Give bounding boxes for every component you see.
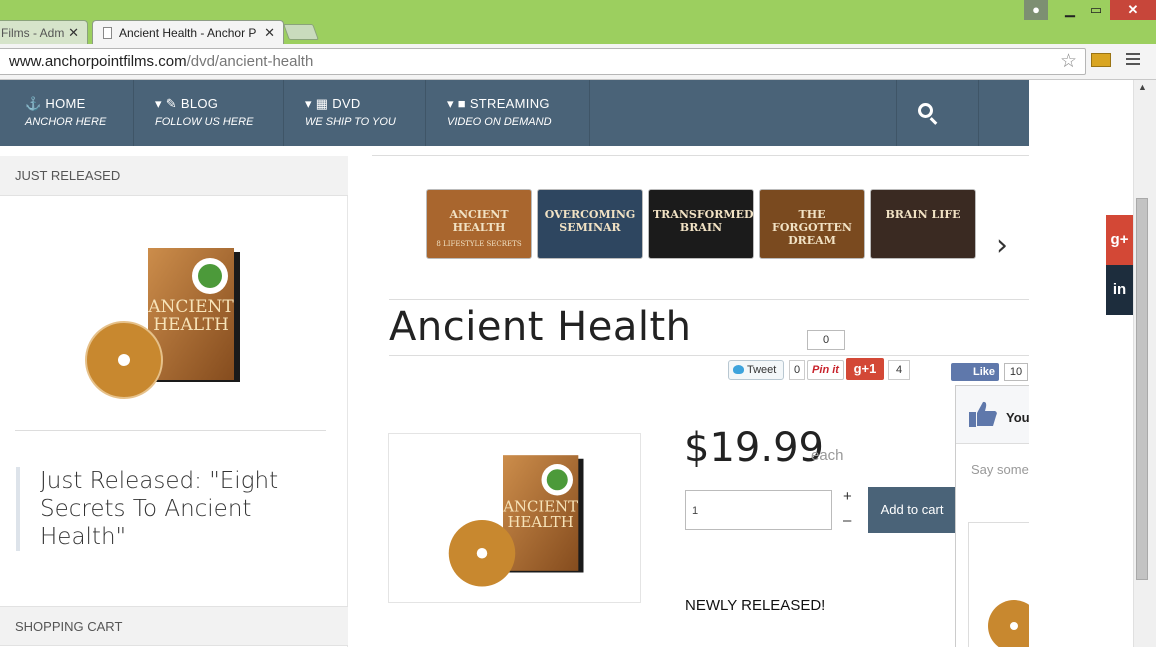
tweet-label: Tweet (747, 364, 777, 376)
product-image-frame[interactable]: ANCIENT HEALTH (388, 433, 641, 603)
price-unit: each (811, 447, 844, 464)
thumbnail-subtitle: 8 LIFESTYLE SECRETS (436, 240, 522, 248)
main-nav: ⚓ HOME ANCHOR HERE ▾ ✎ BLOG FOLLOW US HE… (0, 80, 1029, 146)
pin-count: 0 (807, 330, 845, 350)
like-label: Like (973, 366, 996, 378)
url-path: /dvd/ancient-health (186, 53, 314, 70)
nav-dvd-sub: WE SHIP TO YOU (305, 116, 396, 128)
url-host: www.anchorpointfilms.com (9, 53, 187, 70)
google-plus-share-icon[interactable]: g+ (1106, 215, 1133, 265)
thumbnail-title: BRAIN LIFE (885, 208, 961, 221)
thumbs-up-icon (969, 401, 997, 427)
search-icon[interactable] (918, 103, 933, 118)
nav-streaming-label: ▾ ■ STREAMING (447, 96, 550, 111)
nav-blog-text: BLOG (180, 96, 219, 111)
maximize-button[interactable]: ▭ (1082, 0, 1110, 20)
close-window-button[interactable]: ✕ (1110, 0, 1156, 20)
browser-titlebar: Films - Adm ✕ Ancient Health - Anchor P … (0, 0, 1156, 44)
dvd-title-line1: ANCIENT (147, 297, 234, 317)
nav-dvd[interactable]: ▾ ▦ DVD WE SHIP TO YOU (284, 80, 426, 146)
carousel-thumbnail[interactable]: BRAIN LIFE (870, 189, 976, 259)
google-plus-count: 4 (888, 360, 910, 380)
quantity-increment-button[interactable]: + (843, 488, 852, 505)
tweet-button[interactable]: Tweet (728, 360, 784, 380)
sidebar: JUST RELEASED ANCIENT HEALTH Just Releas… (0, 156, 348, 647)
carousel-thumbnail[interactable]: OVERCOMING SEMINAR (537, 189, 643, 259)
nav-streaming-sub: VIDEO ON DEMAND (447, 116, 552, 128)
tab-label: Films - Adm (1, 26, 65, 40)
thumbnail-title: THE FORGOTTEN DREAM (772, 208, 852, 247)
nav-dvd-text: DVD (332, 96, 361, 111)
minimize-button[interactable]: ▁ (1056, 0, 1084, 20)
linkedin-share-icon[interactable]: in (1106, 265, 1133, 315)
tweet-count: 0 (789, 360, 805, 380)
thumbnail-title: TRANSFORMED BRAIN (653, 208, 754, 234)
facebook-preview-image (988, 600, 1029, 647)
divider (389, 355, 1029, 356)
facebook-you-label: You (1006, 410, 1029, 425)
divider (389, 299, 1029, 300)
dvd-title-line2: HEALTH (153, 315, 229, 335)
add-to-cart-button[interactable]: Add to cart (868, 487, 956, 533)
feature-link[interactable]: Just Released: "Eight Secrets To Ancient… (16, 467, 316, 551)
product-price: $19.99 (684, 425, 824, 471)
browser-toolbar: www.anchorpointfilms.com/dvd/ancient-hea… (0, 44, 1156, 80)
nav-dvd-label: ▾ ▦ DVD (305, 96, 361, 111)
dvd-title-line2: HEALTH (508, 513, 574, 531)
facebook-like-count: 10 (1004, 363, 1028, 381)
thumbnail-title: ANCIENT HEALTH (449, 208, 509, 234)
sidebar-heading-just-released: JUST RELEASED (0, 156, 348, 196)
carousel-thumbnail[interactable]: ANCIENT HEALTH 8 LIFESTYLE SECRETS (426, 189, 532, 259)
page-content: ⚓ HOME ANCHOR HERE ▾ ✎ BLOG FOLLOW US HE… (0, 80, 1156, 647)
nav-home[interactable]: ⚓ HOME ANCHOR HERE (0, 80, 134, 146)
scrollbar-thumb[interactable] (1136, 198, 1148, 580)
nav-blog[interactable]: ▾ ✎ BLOG FOLLOW US HERE (134, 80, 284, 146)
divider (372, 155, 1029, 156)
facebook-panel-header: You (956, 386, 1029, 444)
carousel-thumbnail[interactable]: THE FORGOTTEN DREAM (759, 189, 865, 259)
pin-it-button[interactable]: Pin it (807, 360, 844, 380)
facebook-like-button[interactable]: Like (951, 363, 999, 381)
nav-streaming[interactable]: ▾ ■ STREAMING VIDEO ON DEMAND (426, 80, 590, 146)
nav-search[interactable] (896, 80, 979, 146)
dvd-product-image[interactable]: ANCIENT HEALTH (84, 242, 244, 402)
nav-home-text: HOME (45, 96, 86, 111)
sidebar-heading-cart: SHOPPING CART (0, 606, 348, 646)
nav-blog-sub: FOLLOW US HERE (155, 116, 254, 128)
product-dvd-image: ANCIENT HEALTH (448, 455, 584, 587)
tab-label: Ancient Health - Anchor P (119, 26, 257, 40)
quantity-decrement-button[interactable]: – (843, 512, 851, 529)
facebook-comment-placeholder[interactable]: Say some (971, 462, 1029, 477)
new-tab-button[interactable] (283, 24, 319, 40)
facebook-comment-panel: You Say some (955, 385, 1029, 647)
extension-icon[interactable] (1091, 53, 1111, 67)
nav-home-sub: ANCHOR HERE (25, 116, 107, 128)
user-icon[interactable]: ● (1024, 0, 1048, 20)
google-plus-button[interactable]: g+1 (846, 358, 884, 380)
nav-blog-label: ▾ ✎ BLOG (155, 96, 219, 111)
close-icon[interactable]: ✕ (264, 21, 275, 44)
close-icon[interactable]: ✕ (68, 21, 79, 44)
divider (15, 430, 326, 431)
bookmark-star-icon[interactable]: ☆ (1060, 50, 1077, 73)
scroll-up-arrow-icon[interactable]: ▲ (1138, 82, 1147, 92)
menu-icon[interactable] (1126, 53, 1140, 68)
carousel-thumbnail[interactable]: TRANSFORMED BRAIN (648, 189, 754, 259)
tab-films-admin[interactable]: Films - Adm ✕ (0, 20, 88, 44)
nav-home-label: ⚓ HOME (25, 96, 86, 111)
tab-ancient-health[interactable]: Ancient Health - Anchor P ✕ (92, 20, 284, 44)
thumbnail-title: OVERCOMING SEMINAR (544, 208, 636, 234)
address-bar[interactable]: www.anchorpointfilms.com/dvd/ancient-hea… (0, 48, 1086, 75)
page-title: Ancient Health (389, 304, 692, 350)
nav-streaming-text: STREAMING (469, 96, 550, 111)
release-status: NEWLY RELEASED! (685, 597, 826, 614)
page-icon (103, 27, 112, 39)
chevron-right-icon[interactable]: › (996, 228, 1008, 263)
quantity-input[interactable]: 1 (685, 490, 832, 530)
